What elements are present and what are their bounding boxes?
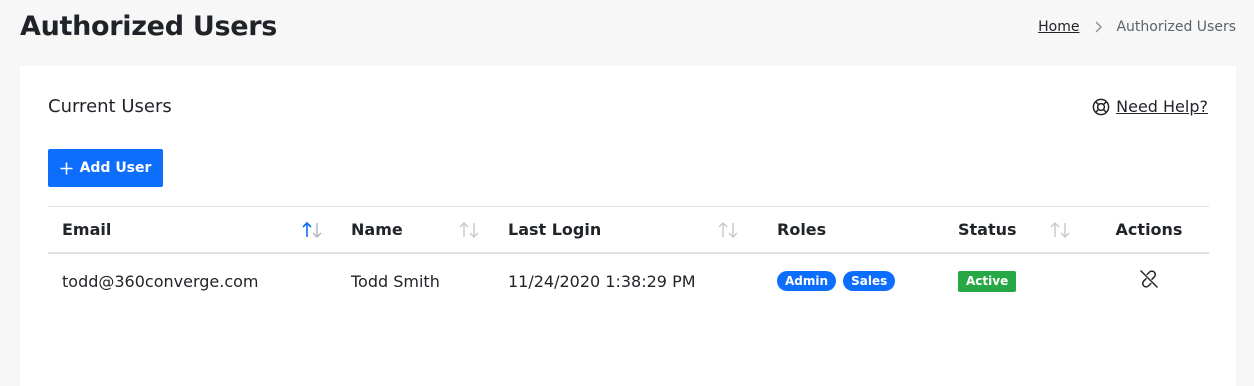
breadcrumb-home-link[interactable]: Home (1038, 17, 1079, 37)
column-header-roles-label: Roles (777, 220, 827, 239)
role-badge: Admin (777, 271, 837, 292)
lifebuoy-icon (1092, 98, 1110, 116)
cell-actions (1089, 253, 1209, 308)
breadcrumb: Home Authorized Users (1038, 17, 1236, 37)
breadcrumb-current: Authorized Users (1116, 19, 1236, 35)
sort-icon[interactable] (458, 221, 482, 239)
cell-email: todd@360converge.com (62, 271, 259, 291)
column-header-email[interactable]: Email (48, 206, 337, 254)
column-header-name[interactable]: Name (337, 206, 494, 254)
cell-roles: Admin Sales (763, 253, 944, 308)
unlink-icon[interactable] (1138, 268, 1160, 290)
column-header-name-label: Name (351, 220, 403, 239)
column-header-email-label: Email (62, 220, 112, 239)
users-table: Email Name Last Login Roles Status Actio… (48, 206, 1209, 308)
page-title: Authorized Users (20, 11, 278, 42)
sort-icon[interactable] (1049, 221, 1073, 239)
need-help-link[interactable]: Need Help? (1092, 95, 1208, 119)
column-header-last-login-label: Last Login (508, 220, 602, 239)
add-user-button[interactable]: Add User (48, 149, 163, 187)
status-badge: Active (958, 270, 1017, 292)
cell-status: Active (944, 253, 1089, 308)
sort-ascending-icon[interactable] (301, 221, 325, 239)
page-header: Authorized Users Home Authorized Users (0, 0, 1254, 62)
plus-icon (60, 162, 73, 175)
column-header-status-label: Status (958, 220, 1017, 239)
column-header-roles: Roles (763, 206, 944, 254)
table-row: todd@360converge.com Todd Smith 11/24/20… (48, 253, 1209, 308)
sort-icon[interactable] (717, 221, 741, 239)
need-help-label: Need Help? (1116, 97, 1208, 116)
column-header-actions-label: Actions (1115, 220, 1183, 239)
card-title: Current Users (48, 96, 172, 117)
column-header-actions: Actions (1089, 206, 1209, 254)
add-user-label: Add User (79, 160, 152, 176)
column-header-status[interactable]: Status (944, 206, 1089, 254)
column-header-last-login[interactable]: Last Login (494, 206, 763, 254)
role-badge: Sales (843, 271, 896, 292)
chevron-right-icon (1091, 20, 1105, 34)
table-header-row: Email Name Last Login Roles Status Actio… (48, 206, 1209, 254)
cell-last-login: 11/24/2020 1:38:29 PM (508, 271, 696, 291)
cell-name: Todd Smith (351, 271, 440, 291)
current-users-card: Current Users Need Help? Add User Email … (20, 66, 1236, 386)
